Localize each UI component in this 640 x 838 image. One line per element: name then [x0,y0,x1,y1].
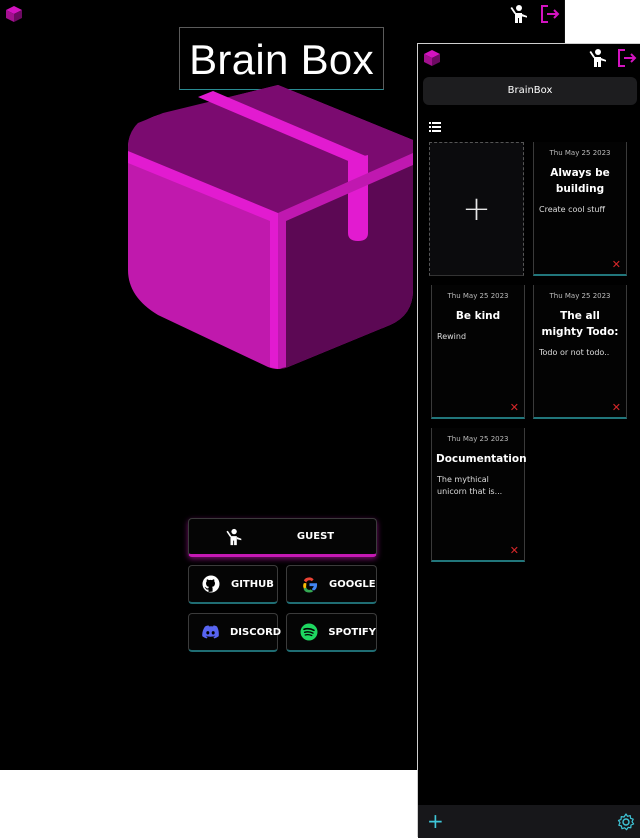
note-body: The mythical unicorn that is... [437,475,503,496]
app-title: Brain Box [179,27,384,90]
note-title: Documentation [436,453,527,465]
discord-icon [201,622,220,642]
github-icon [201,574,221,594]
note-card[interactable]: Thu May 25 2023 Documentation The mythic… [431,428,527,562]
delete-note-icon[interactable]: ✕ [510,545,519,557]
note-card[interactable]: Thu May 25 2023 Be kind Rewind ✕ [431,285,525,419]
github-login-button[interactable]: GITHUB [188,565,278,604]
note-date: Thu May 25 2023 [549,292,611,300]
google-login-button[interactable]: GOOGLE [286,565,377,604]
delete-note-icon[interactable]: ✕ [510,402,519,414]
delete-note-icon[interactable]: ✕ [612,259,621,271]
add-note-card[interactable]: + [429,142,524,276]
guest-login-button[interactable]: GUEST [188,518,377,557]
note-title: Be kind [455,310,501,322]
guest-icon [225,527,245,547]
panel-logout-icon[interactable] [617,48,637,68]
note-body: Create cool stuff [539,205,605,214]
brainbox-hero-logo [128,85,413,369]
note-card[interactable]: Thu May 25 2023 Always be building Creat… [533,142,627,276]
delete-note-icon[interactable]: ✕ [612,402,621,414]
panel-logo-icon[interactable] [423,49,441,67]
spotify-label: SPOTIFY [328,626,376,638]
github-label: GITHUB [231,578,274,590]
guest-label: GUEST [296,531,335,542]
note-date: Thu May 25 2023 [447,435,509,443]
discord-label: DISCORD [230,626,282,638]
spotify-login-button[interactable]: SPOTIFY [286,613,377,652]
note-date: Thu May 25 2023 [447,292,509,300]
panel-guest-user-icon[interactable] [589,48,609,68]
panel-footer: + [418,805,640,838]
note-title: The all mighty Todo: [541,310,619,338]
discord-login-button[interactable]: DISCORD [188,613,282,652]
note-body: Todo or not todo.. [539,348,610,357]
logout-icon[interactable] [540,4,560,24]
footer-add-icon[interactable]: + [427,808,444,834]
note-title: Always be building [550,167,610,195]
board-name-field[interactable]: BrainBox [423,77,637,105]
brainbox-logo-icon[interactable] [5,5,23,23]
google-label: GOOGLE [329,578,376,590]
note-date: Thu May 25 2023 [549,149,611,157]
spotify-icon [299,622,318,642]
add-note-icon: + [462,189,491,229]
note-body: Rewind [437,332,467,341]
google-icon [299,574,319,594]
note-card[interactable]: Thu May 25 2023 The all mighty Todo: Tod… [533,285,627,419]
list-view-icon[interactable] [429,122,441,132]
settings-gear-icon[interactable] [617,813,635,831]
guest-user-icon[interactable] [510,4,530,24]
